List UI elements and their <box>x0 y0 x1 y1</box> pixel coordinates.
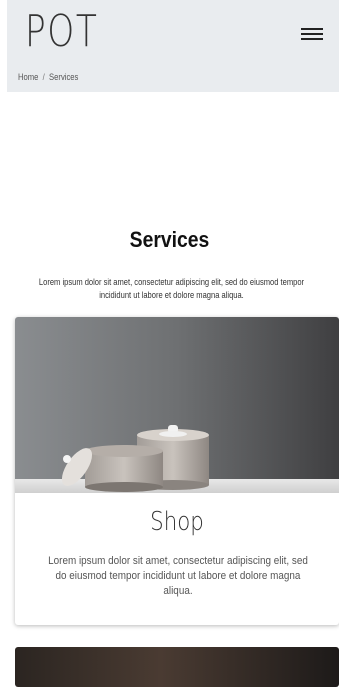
breadcrumb: Home / Services <box>18 72 78 82</box>
breadcrumb-home-link[interactable]: Home <box>18 72 38 82</box>
section-title: Services <box>129 227 210 252</box>
card-title: Shop <box>150 507 204 537</box>
card-description: Lorem ipsum dolor sit amet, consectetur … <box>48 555 308 597</box>
logo[interactable]: POT <box>25 6 98 58</box>
service-card-image-partial[interactable] <box>15 647 339 687</box>
site-header: POT Home / Services <box>7 0 339 92</box>
breadcrumb-current: Services <box>49 72 79 82</box>
service-card-shop[interactable]: Shop Lorem ipsum dolor sit amet, consect… <box>15 317 339 625</box>
breadcrumb-separator: / <box>42 72 45 82</box>
card-image <box>15 317 339 493</box>
section-description: Lorem ipsum dolor sit amet, consectetur … <box>38 277 305 300</box>
hamburger-menu-icon[interactable] <box>301 28 323 42</box>
